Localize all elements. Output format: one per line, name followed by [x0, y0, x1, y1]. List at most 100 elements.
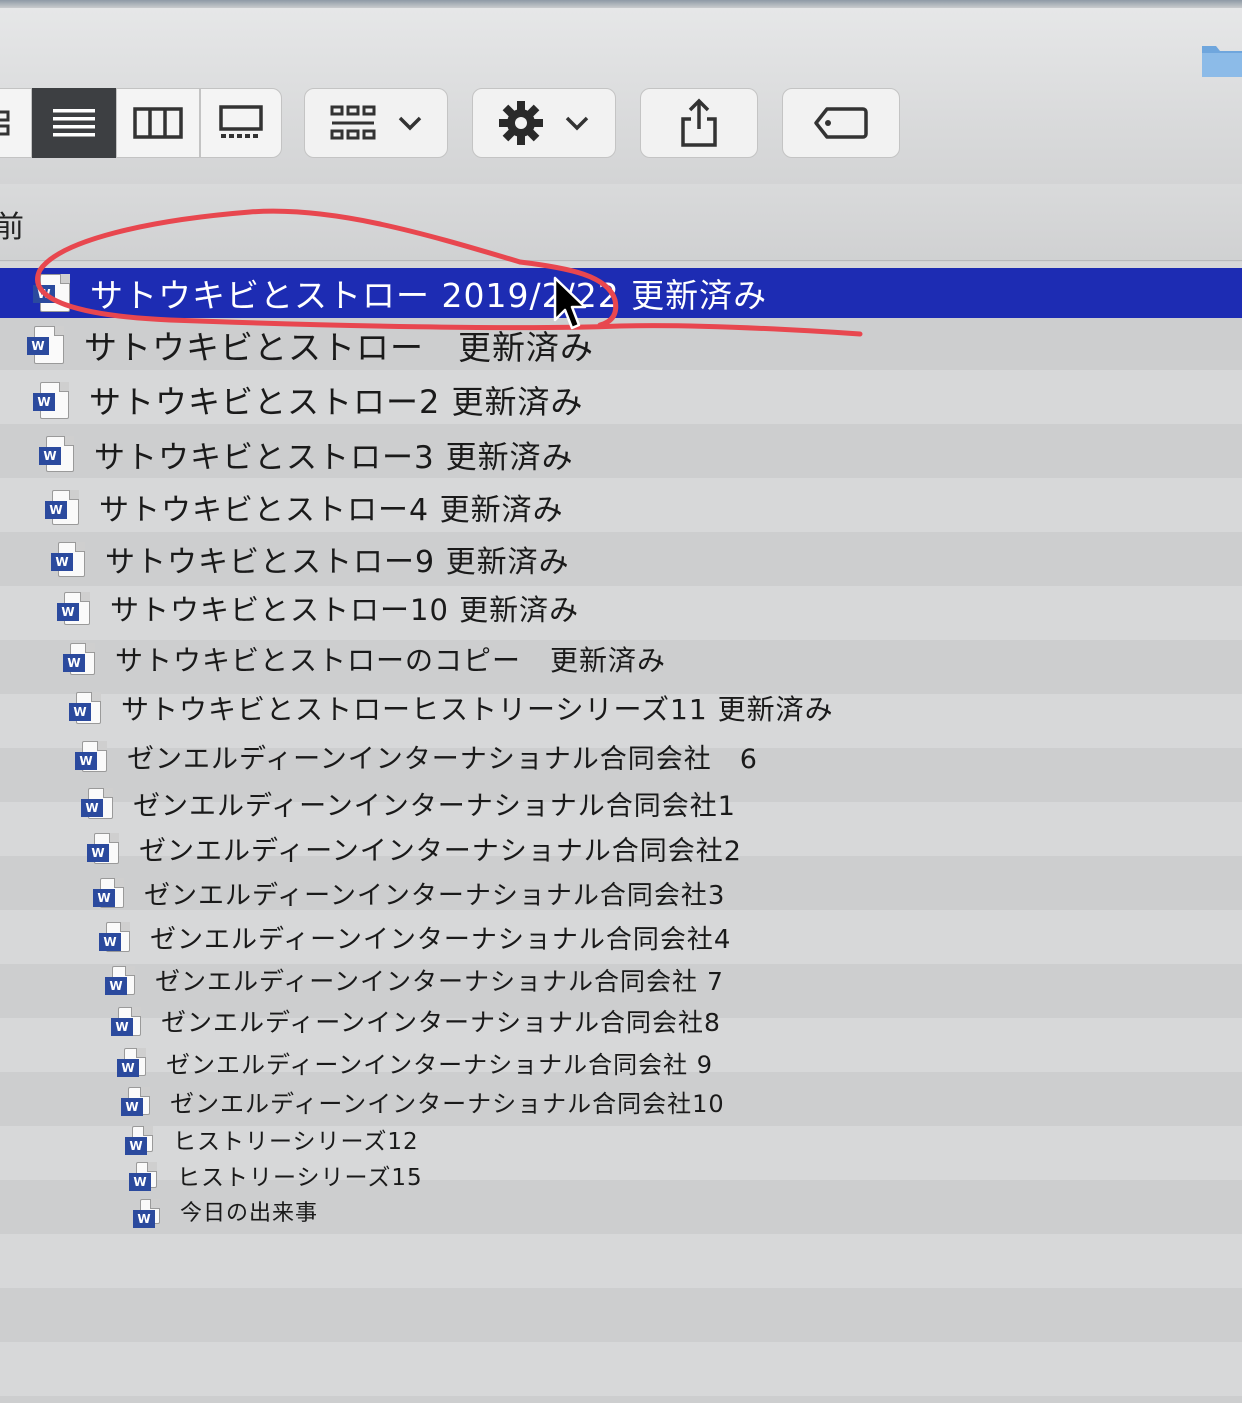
word-badge: W [125, 1137, 147, 1155]
group-grid-icon [330, 105, 376, 140]
name-column-header[interactable]: 前 [0, 202, 24, 246]
word-badge: W [33, 285, 55, 303]
file-row[interactable]: W ゼンエルディーンインターナショナル合同会社8 [111, 1002, 721, 1040]
file-row[interactable]: W サトウキビとストローのコピー 更新済み [63, 636, 667, 682]
word-badge: W [133, 1209, 155, 1228]
file-name: サトウキビとストロー 更新済み [84, 328, 594, 367]
file-name: サトウキビとストローのコピー 更新済み [115, 644, 667, 677]
file-name: ゼンエルディーンインターナショナル合同会社8 [161, 1008, 721, 1037]
file-row[interactable]: W ゼンエルディーンインターナショナル合同会社 9 [117, 1043, 714, 1081]
file-name: サトウキビとストロー3 更新済み [94, 439, 574, 476]
file-name: ゼンエルディーンインターナショナル合同会社3 [144, 880, 726, 911]
word-document-icon: W [117, 1048, 146, 1077]
file-row-selected[interactable]: W サトウキビとストロー 2019/2/22 更新済み [0, 268, 1242, 318]
word-document-icon: W [121, 1087, 150, 1116]
word-badge: W [99, 933, 121, 951]
word-badge: W [33, 392, 55, 411]
group-by-button[interactable] [304, 88, 448, 158]
word-badge: W [111, 1017, 133, 1036]
word-document-icon: W [33, 274, 70, 312]
file-row[interactable]: W ゼンエルディーンインターナショナル合同会社4 [99, 917, 731, 957]
window-edge [0, 0, 1242, 8]
word-document-icon: W [125, 1126, 153, 1155]
mouse-pointer-icon [553, 276, 587, 330]
file-name: サトウキビとストロー4 更新済み [99, 493, 564, 528]
word-document-icon: W [99, 922, 130, 952]
word-document-icon: W [27, 326, 64, 364]
word-badge: W [93, 889, 115, 907]
word-badge: W [121, 1098, 143, 1116]
word-document-icon: W [63, 643, 95, 675]
file-name: ゼンエルディーンインターナショナル合同会社 9 [166, 1050, 714, 1079]
file-name: サトウキビとストロー 2019/2/22 更新済み [90, 276, 768, 315]
folder-icon [1202, 46, 1242, 77]
tag-icon [814, 107, 868, 139]
file-row[interactable]: W ヒストリーシリーズ12 [125, 1121, 419, 1157]
file-name: ヒストリーシリーズ15 [177, 1165, 423, 1191]
list-view-button[interactable] [32, 88, 116, 158]
word-document-icon: W [93, 878, 124, 908]
file-row[interactable]: W サトウキビとストロー 更新済み [27, 320, 594, 370]
gallery-view-button[interactable] [200, 88, 282, 158]
word-badge: W [75, 751, 97, 770]
list-icon [53, 109, 95, 137]
word-badge: W [51, 552, 73, 571]
file-list: W サトウキビとストロー 2019/2/22 更新済み W サトウキビとストロー 更新… [0, 262, 1242, 1403]
word-document-icon: W [57, 591, 90, 625]
action-menu-button[interactable] [472, 88, 616, 158]
file-name: 今日の出来事 [180, 1201, 319, 1226]
columns-icon [133, 107, 183, 139]
file-row[interactable]: W ゼンエルディーンインターナショナル合同会社 7 [105, 960, 724, 1000]
word-document-icon: W [81, 787, 113, 819]
word-document-icon: W [87, 832, 119, 864]
view-mode-segmented-control [0, 88, 282, 158]
file-row[interactable]: W ゼンエルディーンインターナショナル合同会社2 [87, 827, 742, 869]
file-row[interactable]: W サトウキビとストロー10 更新済み [57, 585, 579, 631]
list-column-header: 前 [0, 184, 1242, 261]
file-name: サトウキビとストローヒストリーシリーズ11 更新済み [121, 693, 834, 726]
word-document-icon: W [133, 1198, 160, 1228]
word-badge: W [63, 654, 85, 672]
file-name: ゼンエルディーンインターナショナル合同会社 7 [155, 967, 724, 996]
word-document-icon: W [51, 541, 85, 577]
file-name: ゼンエルディーンインターナショナル合同会社1 [133, 790, 736, 822]
chevron-down-icon [398, 116, 422, 131]
word-document-icon: W [39, 436, 74, 472]
file-row[interactable]: W サトウキビとストロー3 更新済み [39, 430, 574, 478]
file-row[interactable]: W ゼンエルディーンインターナショナル合同会社1 [81, 781, 736, 825]
file-name: ゼンエルディーンインターナショナル合同会社2 [139, 835, 742, 867]
word-badge: W [45, 500, 67, 519]
word-document-icon: W [33, 381, 69, 419]
word-document-icon: W [69, 692, 101, 724]
file-name: サトウキビとストロー2 更新済み [89, 383, 584, 421]
word-badge: W [87, 843, 109, 862]
file-row[interactable]: W ゼンエルディーンインターナショナル合同会社10 [121, 1083, 725, 1119]
tags-button[interactable] [782, 88, 900, 158]
chevron-down-icon [565, 116, 589, 131]
file-row[interactable]: W サトウキビとストロー4 更新済み [45, 483, 564, 531]
file-row[interactable]: W ヒストリーシリーズ15 [129, 1158, 423, 1192]
column-view-button[interactable] [116, 88, 200, 158]
word-badge: W [105, 976, 127, 995]
word-badge: W [27, 337, 49, 355]
file-row[interactable]: W サトウキビとストローヒストリーシリーズ11 更新済み [69, 685, 834, 731]
share-icon [681, 98, 717, 147]
file-row[interactable]: W サトウキビとストロー2 更新済み [33, 375, 584, 425]
word-document-icon: W [111, 1006, 141, 1036]
file-name: ヒストリーシリーズ12 [173, 1129, 419, 1155]
icon-view-button[interactable] [0, 88, 32, 158]
gear-icon [499, 101, 543, 145]
file-row[interactable]: W ゼンエルディーンインターナショナル合同会社3 [93, 872, 726, 914]
word-document-icon: W [45, 489, 79, 525]
word-badge: W [129, 1173, 151, 1191]
word-badge: W [39, 447, 61, 465]
file-row[interactable]: W サトウキビとストロー9 更新済み [51, 535, 570, 583]
word-badge: W [57, 602, 79, 621]
share-button[interactable] [640, 88, 758, 158]
gallery-icon [219, 105, 263, 138]
word-document-icon: W [105, 965, 135, 995]
file-name: ゼンエルディーンインターナショナル合同会社10 [170, 1089, 725, 1118]
word-badge: W [69, 703, 91, 721]
file-row[interactable]: W 今日の出来事 [133, 1194, 319, 1228]
file-row[interactable]: W ゼンエルディーンインターナショナル合同会社 6 [75, 734, 758, 778]
